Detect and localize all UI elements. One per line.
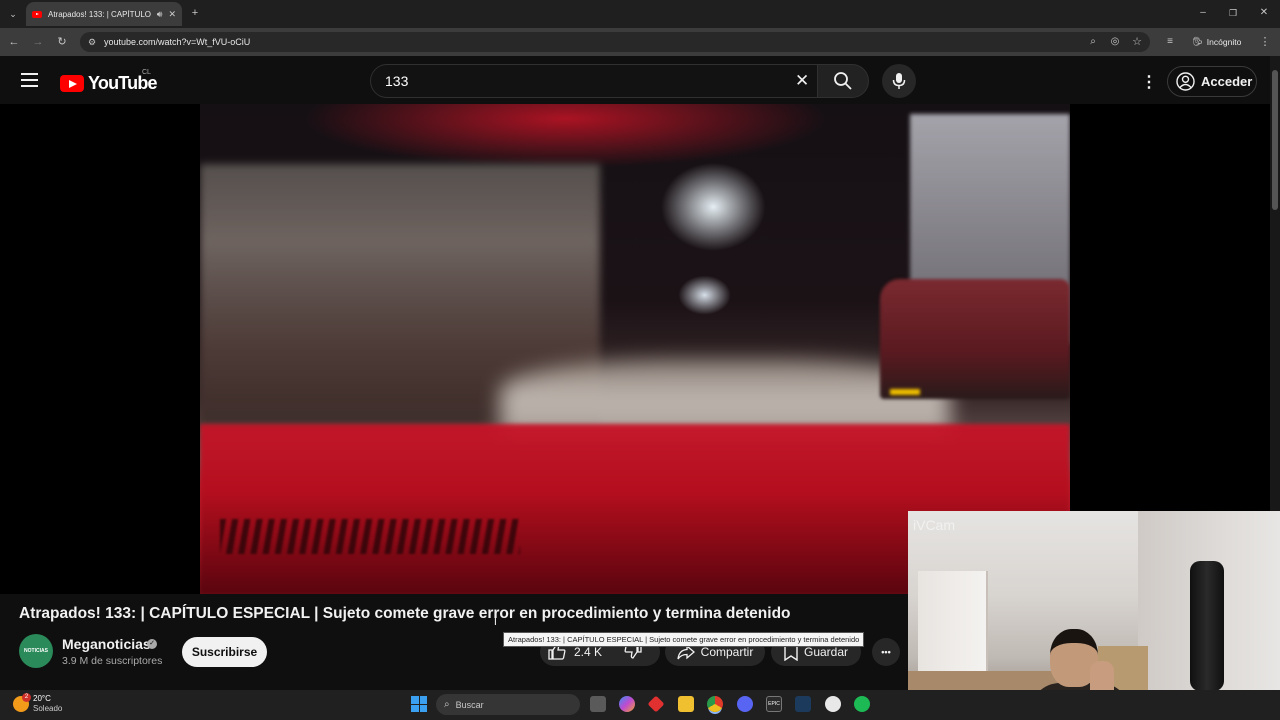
new-tab-button[interactable]: + [188,6,202,20]
account-circle-icon [1176,72,1195,91]
search-icon [834,72,852,90]
task-view-icon[interactable] [590,696,606,712]
window-minimize-button[interactable]: – [1196,6,1210,20]
text-cursor-icon: I [494,617,497,628]
share-label: Compartir [700,645,754,659]
channel-name[interactable]: Meganoticias [62,636,151,652]
obs-icon[interactable] [825,696,841,712]
tab-list-chevron-icon[interactable]: ⌄ [6,7,20,21]
browser-tab-active[interactable]: Atrapados! 133: | CAPÍTULO ESPECIAL 🔊︎ ✕ [26,2,182,26]
tab-close-icon[interactable]: ✕ [168,9,176,20]
subscriber-count: 3.9 M de suscriptores [62,655,163,667]
voice-search-button[interactable] [882,64,916,98]
forward-arrow-icon[interactable]: → [31,35,45,49]
weather-alert-badge: 2 [22,693,31,702]
spotify-icon[interactable] [854,696,870,712]
sign-in-label: Acceder [1201,74,1253,89]
video-title: Atrapados! 133: | CAPÍTULO ESPECIAL | Su… [19,605,791,622]
taskbar-search-placeholder: Buscar [455,699,484,710]
guide-menu-icon[interactable] [21,73,38,87]
avatar-text: NOTICIAS [24,648,48,654]
verified-badge-icon: ✓ [147,639,157,649]
steam-icon[interactable] [795,696,811,712]
scrollbar-thumb[interactable] [1272,70,1278,210]
tab-title: Atrapados! 133: | CAPÍTULO ESPECIAL [48,9,151,19]
subscribe-button[interactable]: Suscribirse [182,637,267,667]
tracking-eye-icon[interactable]: ◎ [1108,35,1122,49]
address-bar[interactable]: youtube.com/watch?v=Wt_fVU-oCiU [80,32,1150,52]
logo-text: YouTube [88,73,158,93]
video-scene-pickup-truck [880,279,1070,399]
epic-games-icon[interactable]: EPIC [766,696,782,712]
incognito-indicator[interactable]: 🕵︎ Incógnito [1192,36,1241,47]
country-code: CL [142,69,151,76]
search-input[interactable]: 133 [370,64,818,98]
copilot-icon[interactable] [619,696,635,712]
weather-description[interactable]: Soleado [33,704,62,713]
search-button[interactable] [817,64,869,98]
reload-icon[interactable]: ↻ [55,35,69,49]
incognito-label: Incógnito [1206,36,1242,47]
taskbar-search[interactable]: ⌕ Buscar [436,694,580,715]
bookmark-star-icon[interactable]: ☆ [1130,35,1144,49]
url-text: youtube.com/watch?v=Wt_fVU-oCiU [104,37,251,47]
windows-taskbar [0,690,1280,720]
search-value: 133 [385,73,409,89]
back-arrow-icon[interactable]: ← [7,35,21,49]
taskbar-search-icon: ⌕ [444,699,450,710]
discord-icon[interactable] [737,696,753,712]
channel-avatar[interactable]: NOTICIAS [19,634,53,668]
window-restore-button[interactable]: ❐ [1226,6,1240,20]
windows-start-icon[interactable] [411,696,427,712]
settings-more-icon[interactable]: ⋮ [1141,72,1157,92]
save-label: Guardar [803,645,849,659]
incognito-icon: 🕵︎ [1192,36,1203,46]
youtube-favicon-icon [32,10,42,18]
file-explorer-icon[interactable] [678,696,694,712]
media-controls-icon[interactable]: ≡ [1163,35,1177,49]
microphone-icon [892,73,906,89]
more-actions-button[interactable]: ••• [872,638,900,666]
webcam-label: iVCam [913,517,956,533]
youtube-logo[interactable]: YouTube CL [60,69,158,94]
zoom-icon[interactable]: ⌕ [1086,35,1100,49]
window-close-button[interactable]: ✕ [1257,6,1271,20]
sign-in-button[interactable]: Acceder [1167,66,1257,97]
site-info-icon[interactable]: ⚙ [85,35,99,49]
clear-search-icon[interactable]: ✕ [795,71,809,91]
weather-temperature[interactable]: 20°C [33,694,51,703]
webcam-punching-bag [1190,561,1224,691]
browser-menu-icon[interactable]: ⋮ [1258,35,1272,49]
title-tooltip: Atrapados! 133: | CAPÍTULO ESPECIAL | Su… [503,632,865,647]
video-scene-dashboard-vent [220,519,520,554]
webcam-overlay [908,511,1280,720]
chrome-icon[interactable] [707,696,723,712]
speaker-icon[interactable]: 🔊︎ [157,9,163,20]
youtube-play-logo-icon [60,75,84,92]
